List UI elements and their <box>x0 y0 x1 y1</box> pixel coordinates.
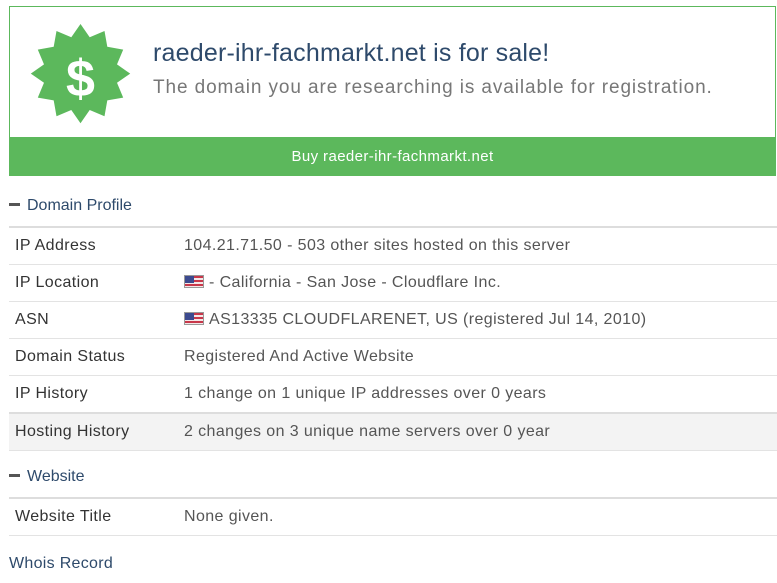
row-value-wrapper: - California - San Jose - Cloudflare Inc… <box>184 265 501 301</box>
table-row: IP Location - California - San Jose - Cl… <box>9 265 777 302</box>
row-value: 104.21.71.50 - 503 other sites hosted on… <box>184 237 571 254</box>
collapse-icon[interactable] <box>9 202 20 206</box>
row-label: IP Address <box>15 237 97 254</box>
table-row: IP History 1 change on 1 unique IP addre… <box>9 376 777 414</box>
table-row: Website Title None given. <box>9 499 777 536</box>
row-value: 2 changes on 3 unique name servers over … <box>184 423 551 440</box>
table-row[interactable]: Hosting History 2 changes on 3 unique na… <box>9 414 777 451</box>
row-value: None given. <box>184 508 274 525</box>
domain-profile-table: IP Address 104.21.71.50 - 503 other site… <box>9 226 777 451</box>
collapse-icon[interactable] <box>9 473 20 477</box>
website-table: Website Title None given. <box>9 497 777 536</box>
domain-profile-heading[interactable]: Domain Profile <box>9 197 132 215</box>
table-row: IP Address 104.21.71.50 - 503 other site… <box>9 228 777 265</box>
row-value: Registered And Active Website <box>184 348 415 365</box>
for-sale-banner: $ raeder-ihr-fachmarkt.net is for sale! … <box>9 6 776 176</box>
row-value-wrapper: AS13335 CLOUDFLARENET, US (registered Ju… <box>184 302 646 338</box>
table-row: ASN AS13335 CLOUDFLARENET, US (registere… <box>9 302 777 339</box>
row-label: Domain Status <box>15 348 126 365</box>
sale-subtitle: The domain you are researching is availa… <box>153 77 713 98</box>
row-label: Website Title <box>15 508 112 525</box>
sale-title: raeder-ihr-fachmarkt.net is for sale! <box>153 39 550 67</box>
row-label: Hosting History <box>15 423 130 440</box>
whois-record-heading[interactable]: Whois Record <box>9 555 113 573</box>
row-value: 1 change on 1 unique IP addresses over 0… <box>184 385 547 402</box>
row-value: - California - San Jose - Cloudflare Inc… <box>209 274 502 291</box>
page: $ raeder-ihr-fachmarkt.net is for sale! … <box>0 0 777 583</box>
website-heading[interactable]: Website <box>9 468 85 486</box>
domain-profile-heading-text: Domain Profile <box>27 197 132 214</box>
row-label: IP History <box>15 385 89 402</box>
buy-domain-button[interactable]: Buy raeder-ihr-fachmarkt.net <box>10 137 775 176</box>
row-value: AS13335 CLOUDFLARENET, US (registered Ju… <box>209 311 647 328</box>
dollar-badge-icon: $ <box>30 24 131 124</box>
row-label: IP Location <box>15 274 100 291</box>
row-label: ASN <box>15 311 50 328</box>
svg-text:$: $ <box>66 50 95 108</box>
us-flag-icon <box>184 311 204 325</box>
website-heading-text: Website <box>27 468 85 485</box>
us-flag-icon <box>184 274 204 288</box>
table-row: Domain Status Registered And Active Webs… <box>9 339 777 376</box>
